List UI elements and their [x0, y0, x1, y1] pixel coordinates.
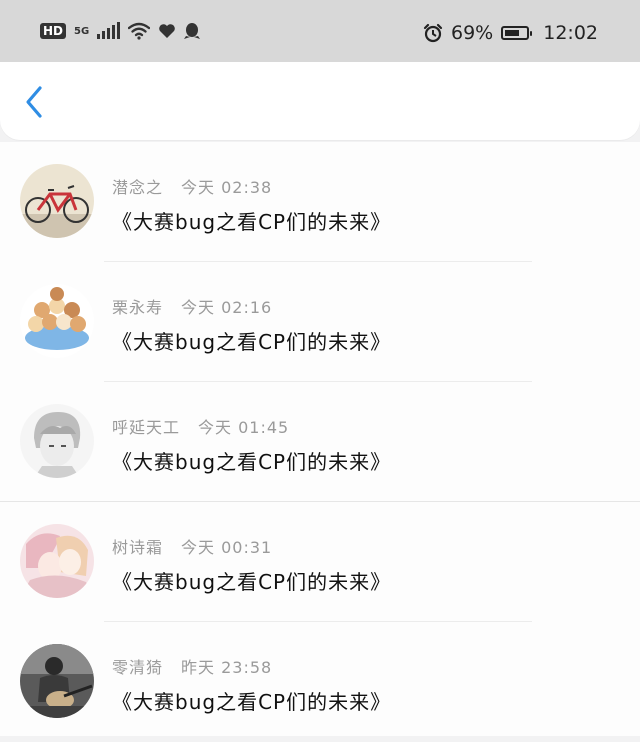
list-item[interactable]: 呼延天工 今天 01:45 《大赛bug之看CP们的未来》: [0, 382, 640, 502]
message-meta: 呼延天工 今天 01:45: [112, 414, 289, 438]
chevron-left-icon: [26, 86, 42, 118]
list-item[interactable]: 栗永寿 今天 02:16 《大赛bug之看CP们的未来》: [0, 262, 640, 382]
message-list: 潜念之 今天 02:38 《大赛bug之看CP们的未来》 栗永寿 今天 02:16 …: [0, 142, 640, 736]
message-time: 今天 01:45: [198, 418, 290, 437]
avatar[interactable]: [20, 164, 94, 238]
status-bar: HD 5G 69% 12:02: [0, 0, 640, 62]
message-time: 今天 00:31: [181, 538, 273, 557]
sender-name: 潜念之: [112, 178, 164, 197]
network-label: 5G: [74, 25, 90, 37]
network-type: 5G: [74, 25, 90, 37]
message-time: 昨天 23:58: [181, 658, 273, 677]
message-text: 《大赛bug之看CP们的未来》: [112, 330, 392, 354]
back-button[interactable]: [20, 84, 50, 120]
heart-icon: [159, 24, 175, 38]
anime-couple-avatar-image: [20, 524, 94, 598]
sender-name: 呼延天工: [112, 418, 181, 437]
message-meta: 零清猗 昨天 23:58: [112, 654, 272, 678]
message-time: 今天 02:16: [181, 298, 273, 317]
avatar[interactable]: [20, 404, 94, 478]
message-text: 《大赛bug之看CP们的未来》: [112, 570, 392, 594]
anime-boy-avatar-image: [20, 404, 94, 478]
message-time: 今天 02:38: [181, 178, 273, 197]
cats-avatar-image: [20, 284, 94, 358]
message-text: 《大赛bug之看CP们的未来》: [112, 450, 392, 474]
battery-icon: [501, 26, 533, 40]
avatar[interactable]: [20, 284, 94, 358]
qq-penguin-icon: [184, 23, 201, 39]
message-text: 《大赛bug之看CP们的未来》: [112, 690, 392, 714]
wifi-icon: [128, 22, 151, 40]
list-item[interactable]: 零清猗 昨天 23:58 《大赛bug之看CP们的未来》: [0, 622, 640, 742]
hd-icon: HD: [40, 23, 67, 39]
status-left: HD 5G: [40, 22, 201, 40]
sender-name: 栗永寿: [112, 298, 164, 317]
list-item[interactable]: 树诗霜 今天 00:31 《大赛bug之看CP们的未来》: [0, 502, 640, 622]
message-meta: 潜念之 今天 02:38: [112, 174, 272, 198]
message-meta: 树诗霜 今天 00:31: [112, 534, 272, 558]
avatar[interactable]: [20, 644, 94, 718]
status-right: 69% 12:02: [423, 22, 598, 44]
sender-name: 零清猗: [112, 658, 164, 677]
avatar[interactable]: [20, 524, 94, 598]
message-text: 《大赛bug之看CP们的未来》: [112, 210, 392, 234]
message-meta: 栗永寿 今天 02:16: [112, 294, 272, 318]
list-item[interactable]: 潜念之 今天 02:38 《大赛bug之看CP们的未来》: [0, 142, 640, 262]
top-nav-bar: [0, 62, 640, 140]
sender-name: 树诗霜: [112, 538, 164, 557]
guitar-avatar-image: [20, 644, 94, 718]
signal-icon: [97, 22, 121, 39]
battery-percent: 69%: [451, 22, 494, 44]
clock-time: 12:02: [543, 22, 598, 44]
alarm-icon: [423, 23, 443, 43]
bicycle-avatar-image: [20, 164, 94, 238]
